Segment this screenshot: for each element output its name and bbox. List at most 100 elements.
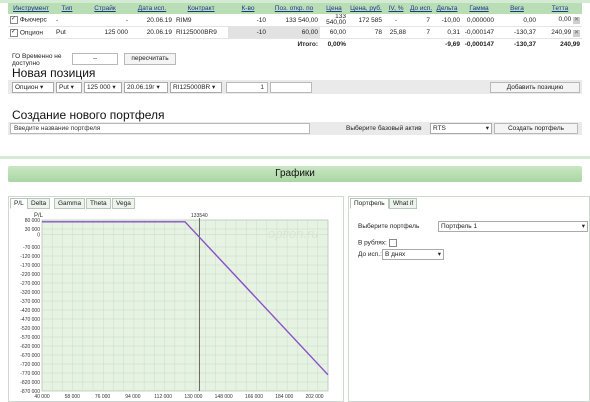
delta-cell: 0,31 (432, 26, 462, 39)
instrument-cell[interactable]: Опцион (8, 26, 54, 39)
col-header[interactable]: Инструмент (8, 3, 54, 14)
gamma-cell: 0,000000 (462, 14, 496, 27)
delta-cell: -10,00 (432, 14, 462, 27)
vega-cell: 0,00 (496, 14, 538, 27)
x-tick-label: 202 000 (306, 394, 324, 400)
col-header[interactable]: Тетта (538, 3, 582, 14)
y-tick-label: -70 000 (23, 245, 40, 251)
qty-input[interactable]: 1 (226, 82, 268, 93)
gamma-cell: -0,000147 (462, 26, 496, 39)
total-theta: 240,99 (560, 41, 580, 48)
y-tick-label: -120 000 (20, 254, 40, 260)
days-cell: 7 (408, 14, 432, 27)
col-header[interactable]: Тип (54, 3, 80, 14)
x-tick-label: 94 000 (125, 394, 141, 400)
row-checkbox[interactable] (10, 28, 18, 37)
col-header[interactable]: Страйк (80, 3, 130, 14)
qty-cell[interactable]: -10 (228, 26, 268, 39)
expiration-select[interactable]: В днях ▾ (382, 249, 444, 260)
expiration-select-value: В днях (385, 251, 406, 258)
section-divider (0, 156, 590, 159)
total-vega: -130,37 (513, 41, 536, 48)
total-delta: -9,69 (445, 41, 460, 48)
delete-row-icon[interactable]: ✕ (573, 29, 580, 37)
col-header[interactable]: К-во (228, 3, 268, 14)
go-value: -- (72, 53, 118, 65)
graphs-title: Графики (275, 168, 315, 179)
instrument-select[interactable]: Опцион ▾ (12, 82, 54, 93)
base-asset-value: RTS (433, 125, 446, 132)
delete-row-icon[interactable]: ✕ (573, 17, 580, 24)
tab-portfolio[interactable]: Портфель (350, 198, 389, 209)
qty-cell[interactable]: -10 (228, 14, 268, 27)
table-row: Фьючерс - - 20.06.19 RIM9 -10 133 540,00… (8, 14, 582, 27)
col-header[interactable]: Контракт (174, 3, 228, 14)
col-header[interactable]: Вега (496, 3, 538, 14)
col-header[interactable]: IV, % (384, 3, 408, 14)
open-cell[interactable]: 133 540,00 (268, 14, 320, 27)
rub-checkbox[interactable] (388, 239, 397, 247)
dropdown-arrow-icon: ▾ (485, 125, 489, 132)
strike-cell: - (80, 14, 130, 27)
open-cell[interactable]: 60,00 (268, 26, 320, 39)
y-tick-label: -270 000 (20, 281, 40, 287)
x-tick-label: 58 000 (65, 394, 81, 400)
date-select[interactable]: 20.06.19г ▾ (124, 82, 168, 93)
y-tick-label: -770 000 (20, 371, 40, 377)
y-tick-label: -520 000 (20, 326, 40, 332)
create-portfolio-button[interactable]: Создать портфель (494, 123, 578, 134)
price-cell: 133 540,00 (320, 14, 348, 27)
exp-label: До исп.: (358, 251, 382, 258)
contract-select[interactable]: RI125000BR ▾ (170, 82, 222, 93)
type-select-value: Put (59, 84, 69, 91)
col-header[interactable]: Дата исп. (130, 3, 174, 14)
add-position-button[interactable]: Добавить позицию (490, 82, 580, 93)
contract-select-value: RI125000BR (173, 84, 211, 91)
portfolio-select-label: Выберите портфель (358, 223, 420, 230)
y-tick-label: -620 000 (20, 344, 40, 350)
col-header[interactable]: Дельта (432, 3, 462, 14)
total-open: 0,00% (327, 41, 346, 48)
strike-cell: 125 000 (80, 26, 130, 39)
base-asset-label: Выберите базовый актив (346, 125, 422, 132)
x-tick-label: 40 000 (34, 394, 50, 400)
portfolio-name-input[interactable]: Введите название портфеля (10, 123, 310, 134)
rub-label: В рублях: (358, 239, 397, 247)
date-select-value: 20.06.19г (127, 84, 155, 91)
col-header[interactable]: Гамма (462, 3, 496, 14)
dropdown-arrow-icon: ▾ (581, 223, 585, 230)
instrument-label: Фьючерс (19, 16, 47, 24)
contract-cell: RI125000BR9 (174, 26, 228, 39)
theta-cell: 0,00 ✕ (538, 14, 582, 27)
recalc-button[interactable]: пересчитать (124, 53, 176, 65)
portfolio-select[interactable]: Портфель 1 ▾ (438, 221, 588, 232)
instrument-cell[interactable]: Фьючерс (8, 14, 54, 27)
table-header-row: Инструмент Тип Страйк Дата исп. Контракт… (8, 3, 582, 14)
positions-table: Инструмент Тип Страйк Дата исп. Контракт… (8, 3, 582, 50)
strike-select[interactable]: 125 000 ▾ (84, 82, 122, 93)
tab-what-if[interactable]: What if (389, 198, 418, 209)
type-cell: - (54, 14, 80, 27)
type-select[interactable]: Put ▾ (56, 82, 82, 93)
contract-cell: RIM9 (174, 14, 228, 27)
dropdown-arrow-icon: ▾ (212, 84, 216, 91)
col-header[interactable]: Цена (320, 3, 348, 14)
col-header[interactable]: Поз. откр. по (268, 3, 320, 14)
x-tick-label: 130 000 (184, 394, 202, 400)
portfolio-select-value: Портфель 1 (441, 223, 478, 230)
x-tick-label: 148 000 (215, 394, 233, 400)
col-header[interactable]: До исп. (408, 3, 432, 14)
pl-chart: 80 00030 0000-70 000-120 000-170 000-220… (20, 213, 329, 400)
instrument-select-value: Опцион (15, 84, 39, 91)
base-asset-select[interactable]: RTS ▾ (430, 123, 492, 134)
price-input[interactable] (270, 82, 312, 93)
rub-label-text: В рублях: (358, 239, 387, 247)
date-cell: 20.06.19 (130, 14, 174, 27)
y-tick-label: -470 000 (20, 317, 40, 323)
row-checkbox[interactable] (10, 15, 18, 24)
dropdown-arrow-icon: ▾ (70, 84, 74, 91)
y-tick-label: -370 000 (20, 299, 40, 305)
table-row: Опцион Put 125 000 20.06.19 RI125000BR9 … (8, 26, 582, 39)
col-header[interactable]: Цена, руб. (348, 3, 384, 14)
strike-select-value: 125 000 (87, 84, 111, 91)
